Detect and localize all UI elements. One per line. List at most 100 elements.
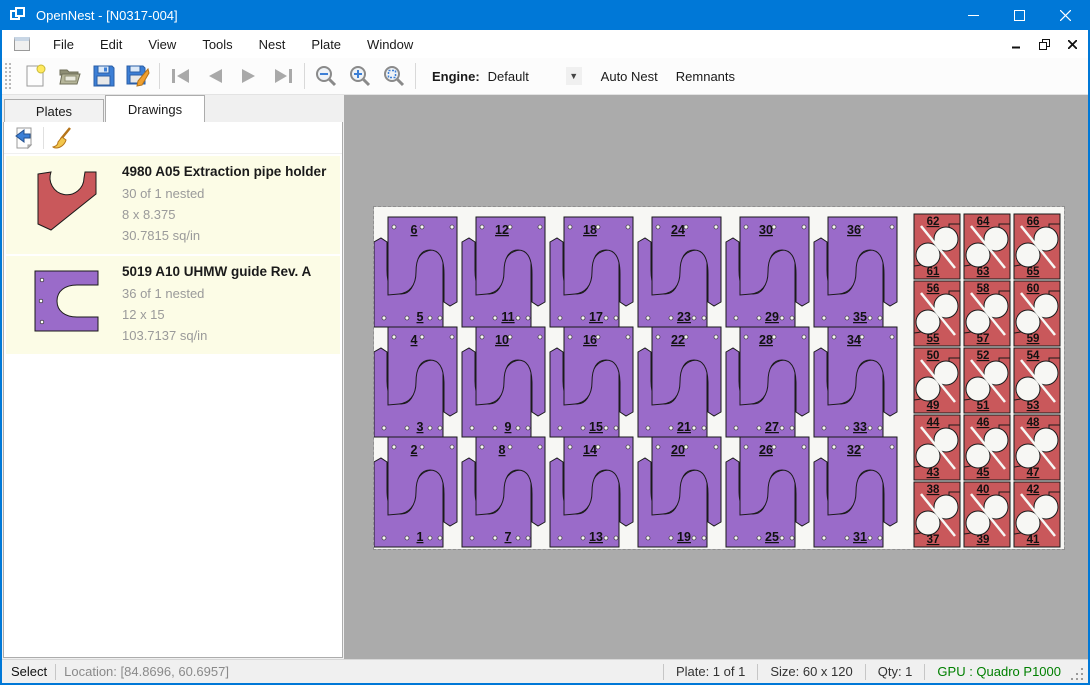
nest-part-number-34: 34 [847,333,861,347]
nest-part-number-47: 47 [1027,467,1040,479]
nest-part-number-45: 45 [977,467,990,479]
mdi-close-button[interactable] [1060,34,1084,54]
nest-part-number-55: 55 [927,333,940,345]
broom-icon [50,126,74,150]
menu-item-window[interactable]: Window [354,32,426,57]
nest-part-number-4: 4 [411,333,418,347]
save-button[interactable] [87,61,121,91]
mdi-minimize-icon [1012,40,1021,49]
nest-part-number-36: 36 [847,223,861,237]
open-file-icon [58,65,82,87]
drawings-panel: PlatesDrawings [2,95,344,659]
new-file-button[interactable] [19,61,53,91]
drawing-area: 30.7815 sq/in [122,225,326,246]
plate[interactable]: 5611121718232429303536349101516212227283… [374,207,1064,549]
nest-part-number-61: 61 [927,266,940,278]
nest-canvas[interactable]: 5611121718232429303536349101516212227283… [344,95,1088,659]
status-qty: Qty: 1 [874,664,917,679]
nest-part-number-9: 9 [505,420,512,434]
nav-prev-button[interactable] [198,61,232,91]
nest-part-number-18: 18 [583,223,597,237]
nest-part-number-23: 23 [677,310,691,324]
nest-part-number-44: 44 [927,417,940,429]
menu-item-view[interactable]: View [135,32,189,57]
status-gpu: GPU : Quadro P1000 [933,664,1065,679]
resize-grip[interactable] [1071,668,1085,682]
menu-item-nest[interactable]: Nest [246,32,299,57]
menu-item-file[interactable]: File [40,32,87,57]
nest-part-number-56: 56 [927,283,940,295]
open-file-button[interactable] [53,61,87,91]
drawing-thumbnail [12,164,122,246]
menu-item-edit[interactable]: Edit [87,32,135,57]
minimize-button[interactable] [950,0,996,30]
drawing-size: 12 x 15 [122,304,311,325]
nav-first-button[interactable] [164,61,198,91]
auto-nest-button[interactable]: Auto Nest [592,63,667,90]
zoom-out-button[interactable] [309,61,343,91]
nest-part-number-10: 10 [495,333,509,347]
drawing-size: 8 x 8.375 [122,204,326,225]
nest-part-number-66: 66 [1027,216,1040,228]
menu-item-tools[interactable]: Tools [189,32,245,57]
mdi-restore-button[interactable] [1032,34,1056,54]
mdi-restore-icon [1039,39,1050,50]
nav-next-button[interactable] [232,61,266,91]
nav-first-icon [170,68,192,84]
nest-part-number-62: 62 [927,216,940,228]
nest-part-number-17: 17 [589,310,603,324]
nest-part-number-54: 54 [1027,350,1040,362]
mdi-minimize-button[interactable] [1004,34,1028,54]
menu-bar: FileEditViewToolsNestPlateWindow [2,30,1088,58]
nest-part-number-24: 24 [671,223,685,237]
nest-part-number-31: 31 [853,530,867,544]
tab-plates[interactable]: Plates [4,99,104,122]
main-toolbar: Engine: Default ▼ Auto Nest Remnants [2,58,1088,95]
nest-part-number-25: 25 [765,530,779,544]
uhmw-guide-shape [32,268,102,334]
maximize-button[interactable] [996,0,1042,30]
nav-last-button[interactable] [266,61,300,91]
nest-part-number-43: 43 [927,467,940,479]
tab-drawings[interactable]: Drawings [105,95,205,122]
menu-item-plate[interactable]: Plate [298,32,354,57]
nest-part-number-29: 29 [765,310,779,324]
nest-part-number-35: 35 [853,310,867,324]
toolbar-grip[interactable] [5,63,11,89]
drawing-list-item[interactable]: 4980 A05 Extraction pipe holder 30 of 1 … [6,156,340,254]
nav-last-icon [272,68,294,84]
nest-part-number-22: 22 [671,333,685,347]
status-plate: Plate: 1 of 1 [672,664,749,679]
nest-part-number-52: 52 [977,350,990,362]
save-as-button[interactable] [121,61,155,91]
nest-part-number-33: 33 [853,420,867,434]
save-icon [93,65,115,87]
clean-button[interactable] [47,124,77,152]
nest-part-number-13: 13 [589,530,603,544]
panel-body: 4980 A05 Extraction pipe holder 30 of 1 … [3,122,343,658]
nest-part-number-3: 3 [417,420,424,434]
zoom-in-button[interactable] [343,61,377,91]
status-size: Size: 60 x 120 [766,664,856,679]
nest-part-number-38: 38 [927,484,940,496]
engine-combobox[interactable]: Default ▼ [486,65,582,87]
import-drawing-button[interactable] [10,124,40,152]
close-button[interactable] [1042,0,1088,30]
drawing-list-item[interactable]: 5019 A10 UHMW guide Rev. A 36 of 1 neste… [6,256,340,354]
drawing-nested: 30 of 1 nested [122,183,326,204]
nest-part-number-39: 39 [977,534,990,546]
drawing-title: 4980 A05 Extraction pipe holder [122,164,326,179]
nest-part-number-30: 30 [759,223,773,237]
nest-part-number-65: 65 [1027,266,1040,278]
remnants-button[interactable]: Remnants [667,63,744,90]
close-icon [1060,10,1071,21]
nest-part-number-1: 1 [417,530,424,544]
status-bar: Select Location: [84.8696, 60.6957] Plat… [2,659,1088,683]
zoom-fit-button[interactable] [377,61,411,91]
nest-part-number-5: 5 [417,310,424,324]
panel-tabs: PlatesDrawings [2,95,344,122]
nest-part-number-19: 19 [677,530,691,544]
app-window: OpenNest - [N0317-004] FileEditViewTools… [0,0,1090,685]
document-system-icon[interactable] [14,37,30,51]
nest-part-number-59: 59 [1027,333,1040,345]
